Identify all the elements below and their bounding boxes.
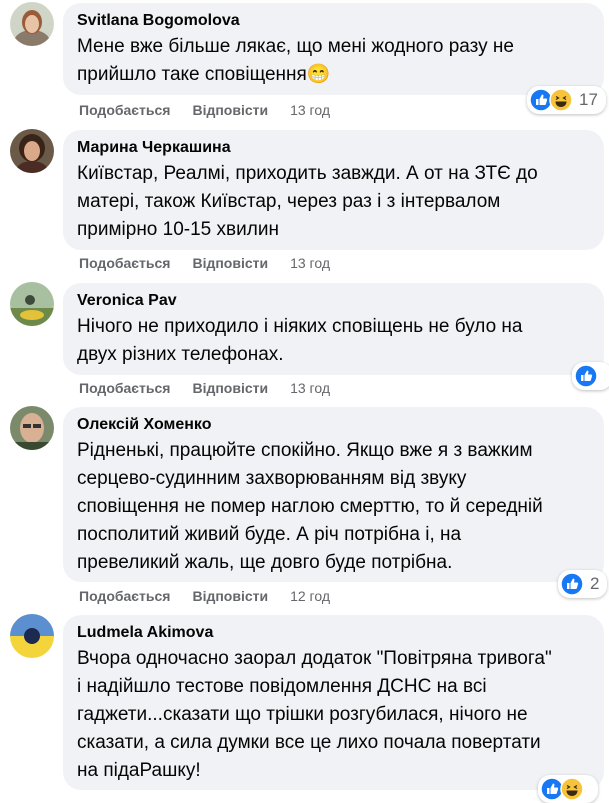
like-icon: [560, 572, 584, 596]
reaction-count: 17: [579, 90, 598, 109]
comment-bubble: Ludmela Akimova Вчора одночасно заорал д…: [63, 615, 604, 790]
comment: Svitlana Bogomolova Мене вже більше ляка…: [0, 0, 609, 125]
avatar[interactable]: [10, 129, 54, 173]
comment-bubble: Марина Черкашина Київстар, Реалмі, прихо…: [63, 130, 604, 250]
comment-time[interactable]: 13 год: [290, 254, 330, 272]
like-button[interactable]: Подобається: [79, 101, 170, 119]
avatar[interactable]: [10, 2, 54, 46]
like-button[interactable]: Подобається: [79, 379, 170, 397]
comment-time[interactable]: 12 год: [290, 587, 330, 605]
reaction-summary[interactable]: 17: [527, 86, 606, 114]
comment-bubble: Veronica Pav Нічого не приходило і ніяки…: [63, 283, 604, 375]
comment-author[interactable]: Марина Черкашина: [77, 138, 592, 158]
comment: Марина Черкашина Київстар, Реалмі, прихо…: [0, 125, 609, 275]
comment-bubble: Олексій Хоменко Рідненькі, працюйте спок…: [63, 407, 604, 582]
comment: Олексій Хоменко Рідненькі, працюйте спок…: [0, 404, 609, 604]
laugh-icon: [560, 777, 584, 801]
like-icon: [574, 364, 598, 388]
comment-text: Нічого не приходило і ніяких сповіщень н…: [77, 316, 523, 365]
comment-time[interactable]: 13 год: [290, 379, 330, 397]
comment-text: Вчора одночасно заорал додаток "Повітрян…: [77, 648, 552, 781]
laugh-icon: [549, 88, 573, 112]
comment-text: Мене вже більше лякає, що мені жодного р…: [77, 36, 514, 85]
comment-actions: Подобається Відповісти 13 год: [79, 101, 330, 119]
comment-author[interactable]: Ludmela Akimova: [77, 623, 592, 643]
reply-button[interactable]: Відповісти: [192, 587, 268, 605]
comment-actions: Подобається Відповісти 12 год: [79, 587, 330, 605]
like-button[interactable]: Подобається: [79, 254, 170, 272]
comment: Veronica Pav Нічого не приходило і ніяки…: [0, 280, 609, 400]
comment-actions: Подобається Відповісти 13 год: [79, 379, 330, 397]
comment-author[interactable]: Svitlana Bogomolova: [77, 11, 592, 31]
like-button[interactable]: Подобається: [79, 587, 170, 605]
comment-author[interactable]: Олексій Хоменко: [77, 415, 592, 435]
reply-button[interactable]: Відповісти: [192, 254, 268, 272]
avatar[interactable]: [10, 406, 54, 450]
reaction-count: 2: [590, 574, 600, 593]
comment-author[interactable]: Veronica Pav: [77, 291, 592, 311]
comment: Ludmela Akimova Вчора одночасно заорал д…: [0, 612, 609, 803]
avatar[interactable]: [10, 282, 54, 326]
comment-actions: Подобається Відповісти 13 год: [79, 254, 330, 272]
reaction-summary[interactable]: 2: [558, 570, 608, 598]
avatar[interactable]: [10, 614, 54, 658]
comment-text: Київстар, Реалмі, приходить завжди. А от…: [77, 163, 538, 240]
reaction-summary[interactable]: [572, 362, 609, 390]
comment-text: Рідненькі, працюйте спокійно. Якщо вже я…: [77, 440, 543, 573]
comment-time[interactable]: 13 год: [290, 101, 330, 119]
reply-button[interactable]: Відповісти: [192, 101, 268, 119]
comment-bubble: Svitlana Bogomolova Мене вже більше ляка…: [63, 3, 604, 95]
reaction-summary[interactable]: [538, 775, 598, 803]
reply-button[interactable]: Відповісти: [192, 379, 268, 397]
